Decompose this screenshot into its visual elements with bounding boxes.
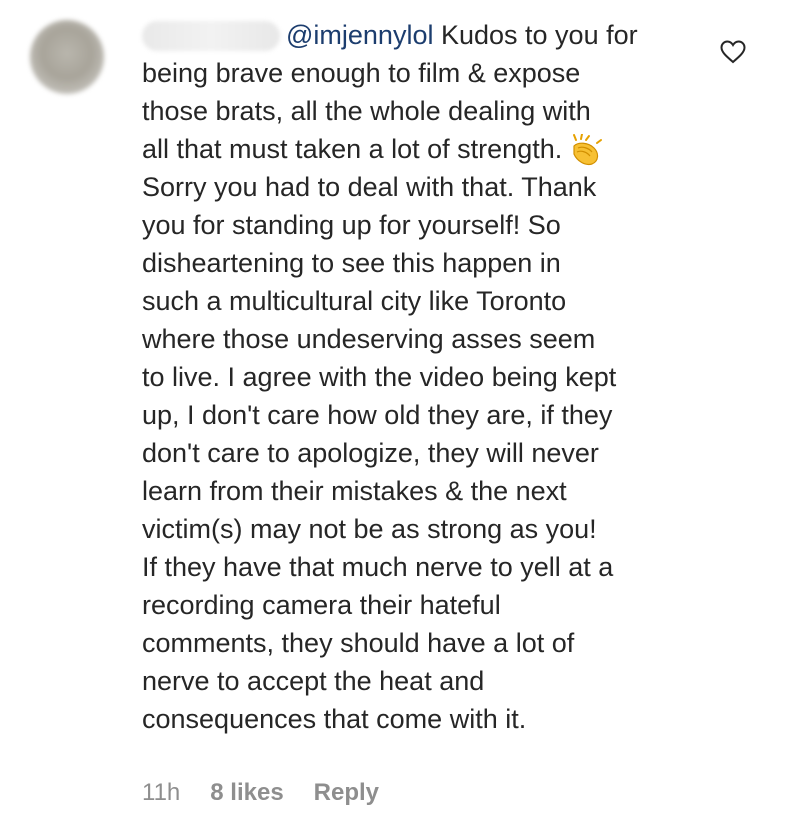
avatar[interactable] bbox=[30, 20, 104, 94]
clapping-hands-icon bbox=[573, 134, 603, 166]
comment-line: disheartening to see this happen in bbox=[142, 248, 561, 278]
comment-meta: 11h 8 likes Reply bbox=[142, 779, 409, 807]
reply-button[interactable]: Reply bbox=[314, 779, 379, 807]
comment-line: where those undeserving asses seem bbox=[142, 324, 596, 354]
comment-timestamp: 11h bbox=[142, 779, 181, 806]
comment-line: those brats, all the whole dealing with bbox=[142, 96, 591, 126]
comment-line: Sorry you had to deal with that. Thank bbox=[142, 172, 597, 202]
comment-line: victim(s) may not be as strong as you! bbox=[142, 514, 597, 544]
blurred-username[interactable] bbox=[142, 21, 280, 51]
comment-line: up, I don't care how old they are, if th… bbox=[142, 400, 613, 430]
comment-line: you for standing up for yourself! So bbox=[142, 210, 561, 240]
comment-body: @imjennylol Kudos to you for being brave… bbox=[142, 16, 702, 738]
comment-line: comments, they should have a lot of bbox=[142, 628, 575, 658]
comment-text: Kudos to you for bbox=[433, 20, 638, 50]
comment-line: @imjennylol Kudos to you for bbox=[142, 16, 702, 54]
likes-count[interactable]: 8 likes bbox=[210, 779, 283, 807]
comment-line: consequences that come with it. bbox=[142, 704, 527, 734]
comment-text: all that must taken a lot of strength. bbox=[142, 134, 563, 164]
comment-line: all that must taken a lot of strength. bbox=[142, 130, 702, 168]
comment-line: such a multicultural city like Toronto bbox=[142, 286, 567, 316]
comment-line: being brave enough to film & expose bbox=[142, 58, 581, 88]
comment-line: don't care to apologize, they will never bbox=[142, 438, 599, 468]
comment-line: nerve to accept the heat and bbox=[142, 666, 485, 696]
comment-line: to live. I agree with the video being ke… bbox=[142, 362, 617, 392]
comment-line: learn from their mistakes & the next bbox=[142, 476, 567, 506]
comment-line: If they have that much nerve to yell at … bbox=[142, 552, 614, 582]
comment-line: recording camera their hateful bbox=[142, 590, 501, 620]
mention-link[interactable]: @imjennylol bbox=[286, 20, 433, 50]
heart-outline-icon[interactable] bbox=[720, 40, 746, 64]
